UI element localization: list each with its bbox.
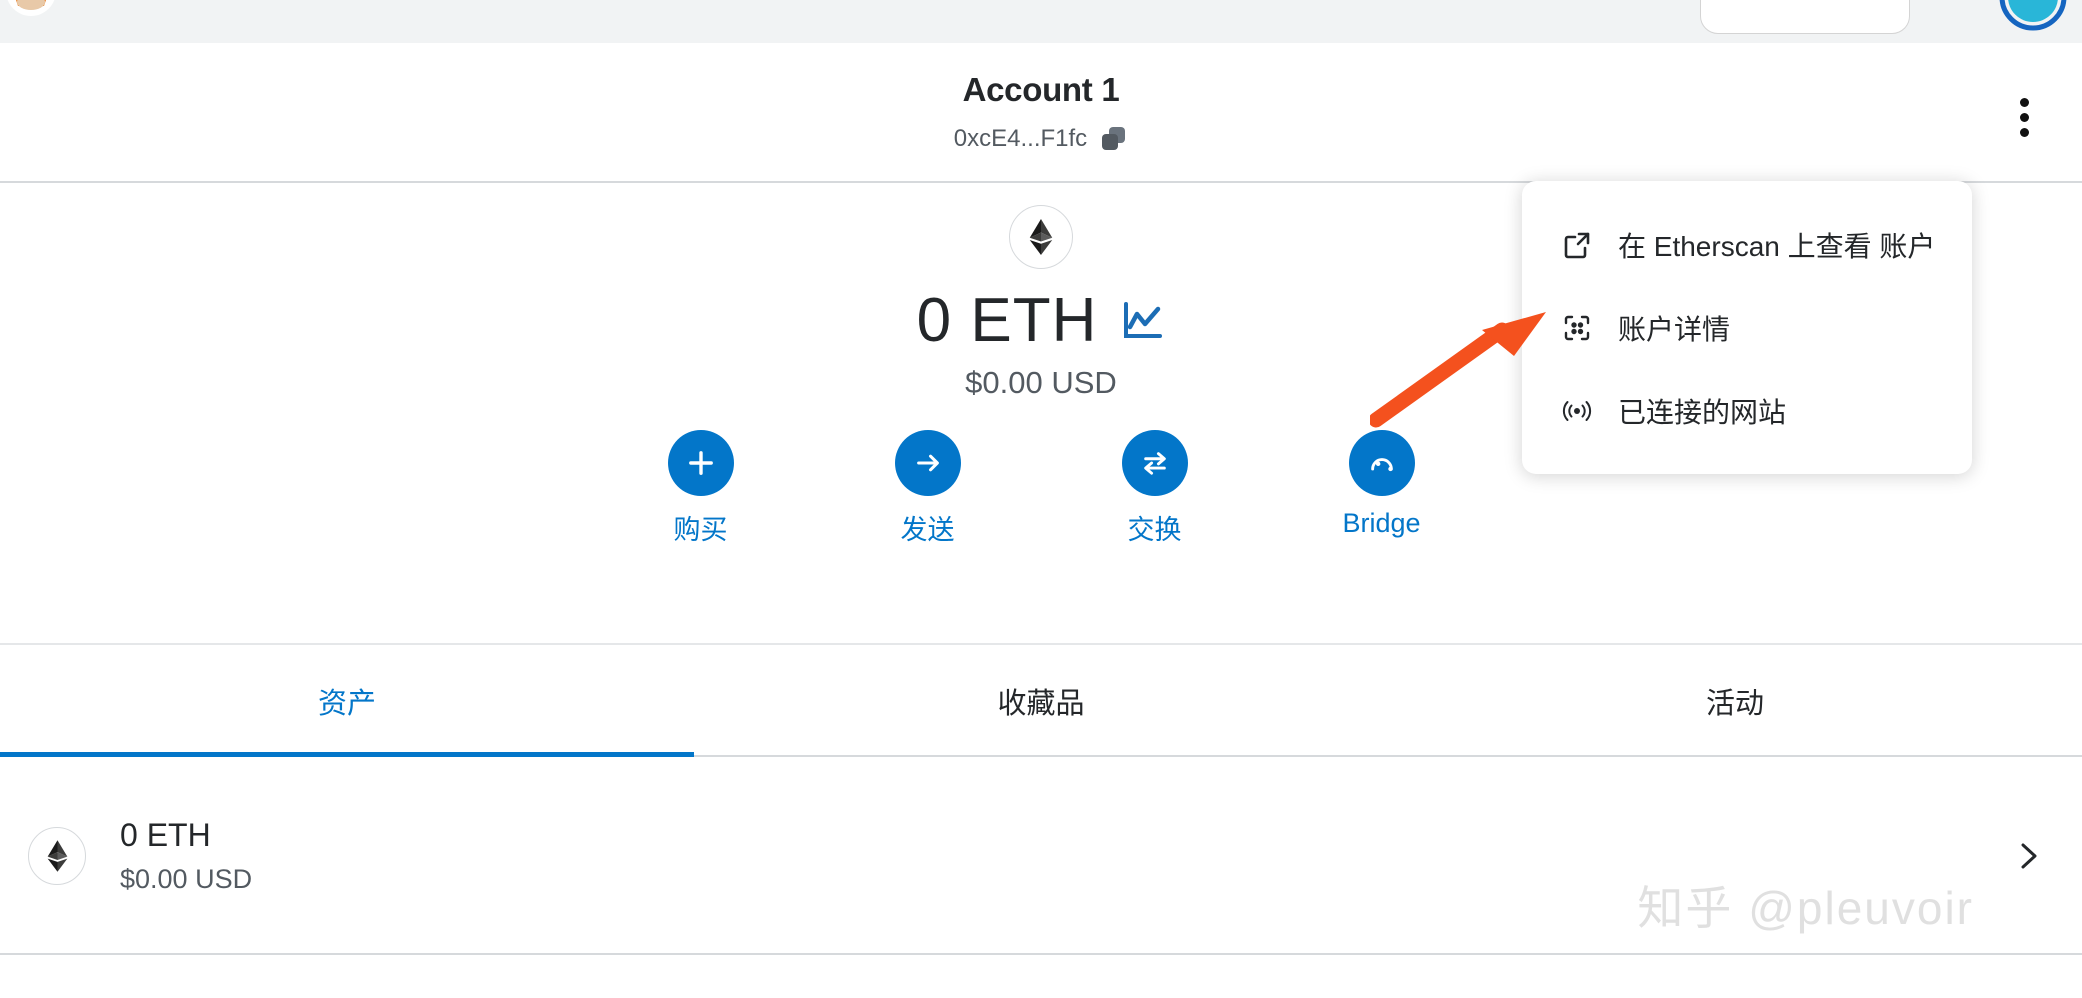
swap-label: 交换: [1127, 515, 1182, 545]
menu-item-account-details-label: 账户详情: [1618, 313, 1731, 345]
tab-activity-label: 活动: [1705, 688, 1764, 720]
asset-fiat: $0.00 USD: [120, 864, 253, 894]
plus-icon: [667, 430, 734, 496]
menu-item-connected-sites-label: 已连接的网站: [1618, 396, 1787, 428]
swap-icon: [1121, 430, 1188, 496]
asset-amount: 0 ETH: [120, 817, 211, 853]
buy-label: 购买: [673, 515, 728, 545]
kebab-menu-icon: [2019, 97, 2029, 107]
asset-text: 0 ETH $0.00 USD: [120, 817, 2012, 895]
bridge-icon: [1348, 430, 1415, 496]
page-title: Account 1: [962, 71, 1120, 108]
kebab-menu-icon: [2019, 112, 2029, 122]
menu-item-account-details[interactable]: 账户详情: [1522, 286, 1972, 369]
tab-activity[interactable]: 活动: [1388, 647, 2082, 755]
price-chart-icon[interactable]: [1119, 298, 1165, 344]
qr-scan-icon: [1564, 315, 1590, 340]
tab-collectibles-label: 收藏品: [997, 688, 1085, 720]
arrow-right-icon: [894, 430, 961, 496]
bridge-button[interactable]: Bridge: [1307, 430, 1457, 547]
browser-urlbar[interactable]: [1700, 0, 1910, 34]
menu-item-view-on-etherscan[interactable]: 在 Etherscan 上查看 账户: [1522, 203, 1972, 286]
account-address-row[interactable]: 0xcE4...F1fc: [0, 125, 2082, 153]
buy-button[interactable]: 购买: [626, 430, 776, 547]
account-options-menu: 在 Etherscan 上查看 账户 账户详情 已连接的网站: [1522, 181, 1972, 474]
send-label: 发送: [900, 515, 955, 545]
account-tabs: 资产 收藏品 活动: [0, 647, 2082, 757]
balance-amount: 0 ETH: [916, 286, 1098, 355]
ethereum-logo: [28, 827, 86, 885]
tab-assets[interactable]: 资产: [0, 647, 694, 757]
account-options-button[interactable]: [2002, 91, 2046, 143]
send-button[interactable]: 发送: [853, 430, 1003, 547]
external-link-icon: [1564, 232, 1590, 258]
menu-item-view-on-etherscan-label: 在 Etherscan 上查看 账户: [1618, 230, 1936, 262]
account-address: 0xcE4...F1fc: [953, 125, 1088, 152]
browser-chrome-strip: [0, 0, 2082, 43]
list-item[interactable]: 0 ETH $0.00 USD: [0, 759, 2082, 955]
copy-icon[interactable]: [1100, 125, 1128, 153]
ethereum-logo: [1009, 205, 1073, 269]
connected-signal-icon: [1562, 400, 1592, 421]
firefox-logo[interactable]: [4, 0, 58, 18]
kebab-menu-icon: [2019, 127, 2029, 137]
menu-item-connected-sites[interactable]: 已连接的网站: [1522, 369, 1972, 452]
chevron-right-icon[interactable]: [2012, 840, 2044, 872]
tab-collectibles[interactable]: 收藏品: [694, 647, 1388, 755]
tab-assets-label: 资产: [317, 688, 376, 720]
swap-button[interactable]: 交换: [1080, 430, 1230, 547]
account-header: Account 1 0xcE4...F1fc: [0, 43, 2082, 183]
extension-icon[interactable]: [1996, 0, 2070, 34]
bridge-label: Bridge: [1342, 508, 1421, 538]
